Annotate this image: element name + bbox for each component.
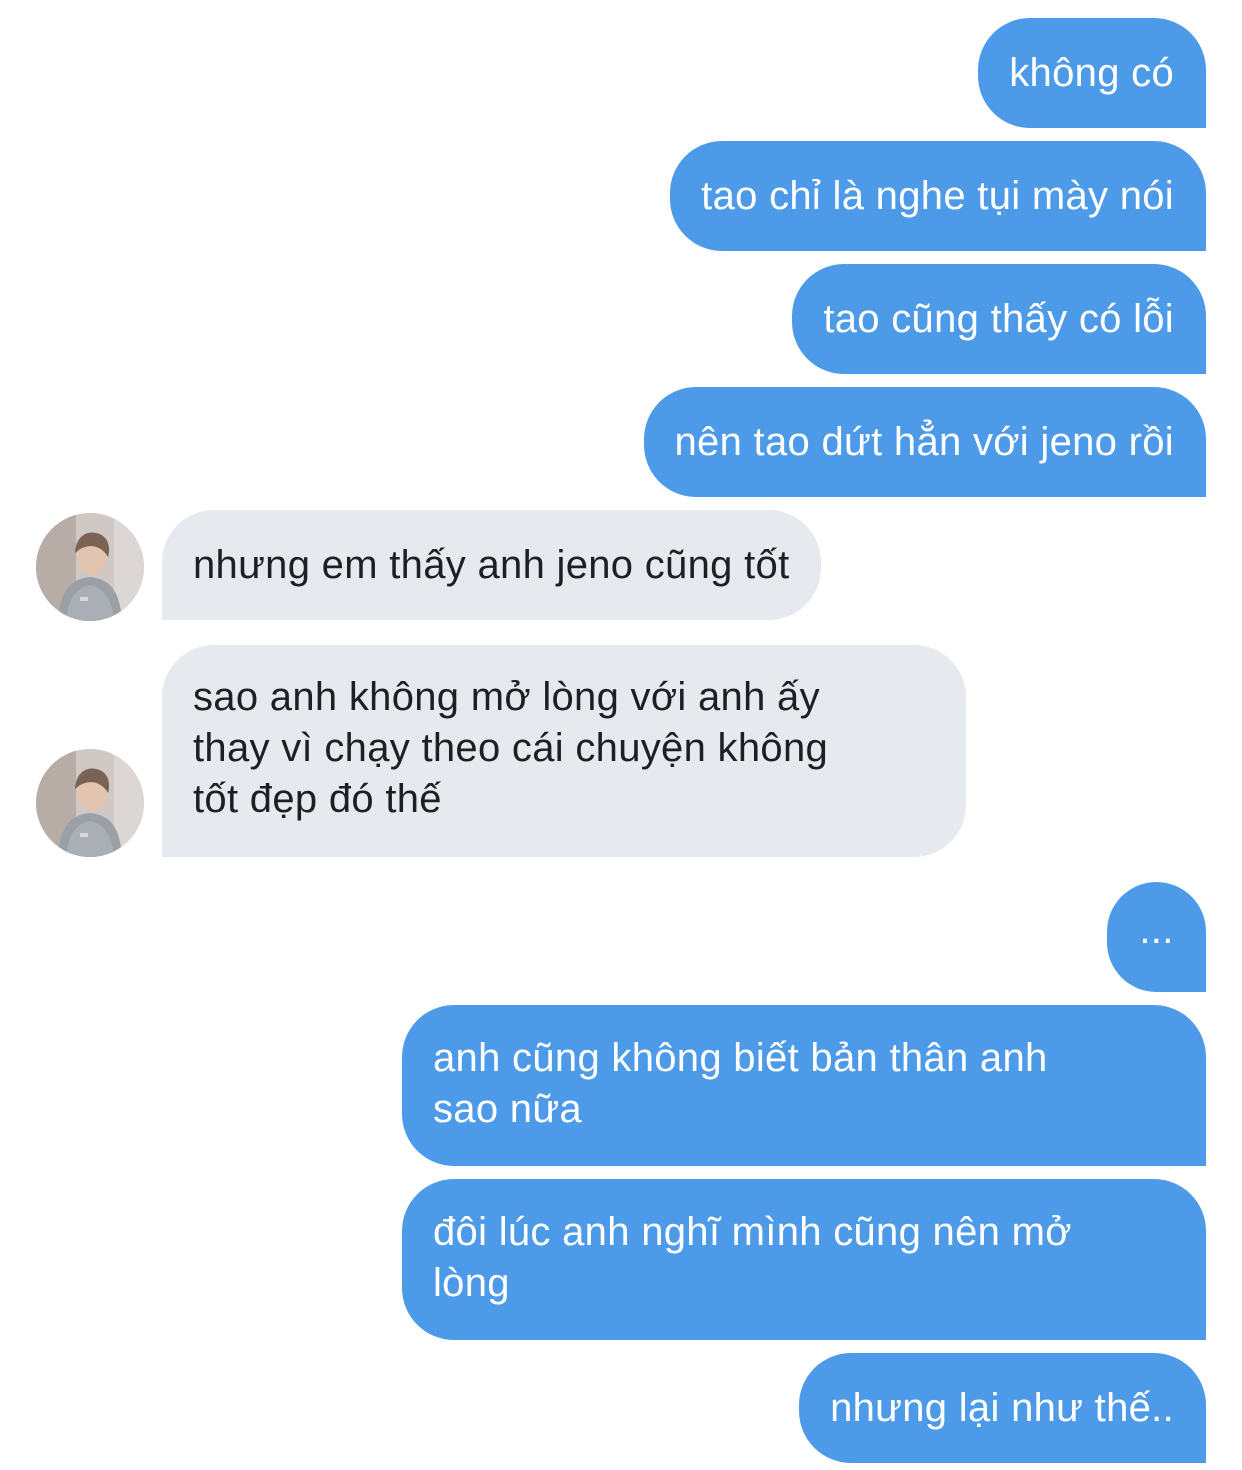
message-bubble-sent[interactable]: không có — [978, 18, 1206, 128]
contact-avatar[interactable] — [36, 749, 144, 857]
message-bubble-sent[interactable]: tao chỉ là nghe tụi mày nói — [670, 141, 1206, 251]
message-text-line: sao anh không mở lòng với anh ấy — [193, 675, 820, 719]
message-text: nhưng lại như thế.. — [830, 1385, 1174, 1430]
message-text-line: sao nữa — [433, 1087, 582, 1131]
message-bubble-received[interactable]: nhưng em thấy anh jeno cũng tốt — [162, 510, 821, 620]
message-bubble-sent[interactable]: anh cũng không biết bản thân anh sao nữa — [402, 1005, 1206, 1166]
message-text-line: đôi lúc anh nghĩ mình cũng nên mở — [433, 1210, 1072, 1254]
message-text: tao chỉ là nghe tụi mày nói — [701, 173, 1174, 218]
message-text-line: thay vì chạy theo cái chuyện không — [193, 726, 829, 770]
message-bubble-sent[interactable]: ... — [1107, 882, 1206, 992]
message-bubble-sent[interactable]: tao cũng thấy có lỗi — [792, 264, 1206, 374]
message-text-line: tốt đẹp đó thế — [193, 777, 442, 821]
message-bubble-received[interactable]: sao anh không mở lòng với anh ấy thay vì… — [162, 645, 966, 857]
contact-photo-icon — [36, 513, 144, 621]
message-text: tao cũng thấy có lỗi — [823, 296, 1174, 341]
message-text-line: anh cũng không biết bản thân anh — [433, 1036, 1048, 1080]
message-text-line: lòng — [433, 1261, 510, 1305]
message-text: không có — [1009, 50, 1174, 95]
message-bubble-sent[interactable]: nhưng lại như thế.. — [799, 1353, 1206, 1463]
message-bubble-sent[interactable]: nên tao dứt hẳn với jeno rồi — [643, 387, 1206, 497]
message-text: nhưng em thấy anh jeno cũng tốt — [193, 542, 790, 587]
message-text: nên tao dứt hẳn với jeno rồi — [674, 419, 1174, 464]
message-text: ... — [1139, 907, 1174, 952]
message-bubble-sent[interactable]: đôi lúc anh nghĩ mình cũng nên mở lòng — [402, 1179, 1206, 1340]
contact-avatar[interactable] — [36, 513, 144, 621]
contact-photo-icon — [36, 749, 144, 857]
